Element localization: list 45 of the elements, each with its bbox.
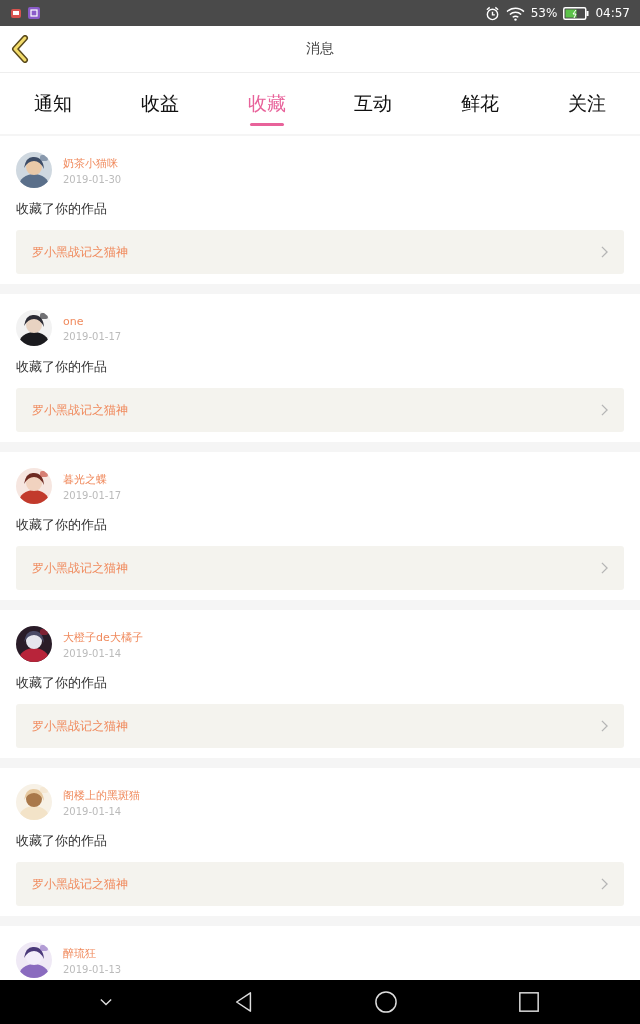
home-circle-icon[interactable] [375,991,398,1013]
chevron-right-icon [601,404,608,416]
user-name[interactable]: 醉琉狂 [63,945,122,961]
message-text: 收藏了你的作品 [16,200,108,218]
recents-square-icon[interactable] [517,991,540,1013]
user-name[interactable]: 暮光之蝶 [63,471,122,487]
wifi-icon [505,5,525,21]
battery-percent: 53% [530,6,558,20]
message-date: 2019-01-17 [63,330,122,342]
message-date: 2019-01-14 [63,805,123,817]
chevron-down-icon[interactable] [100,998,113,1006]
chevron-right-icon [601,562,608,574]
user-name[interactable]: 阁楼上的黑斑猫 [63,787,140,803]
chevron-right-icon [601,720,608,732]
back-button[interactable] [10,35,30,63]
message-text: 收藏了你的作品 [16,516,108,534]
message-date: 2019-01-30 [63,173,122,185]
battery-icon [563,6,590,20]
message-date: 2019-01-14 [63,647,123,659]
work-link[interactable]: 罗小黑战记之猫神 [16,862,624,906]
work-link[interactable]: 罗小黑战记之猫神 [16,546,624,590]
user-name[interactable]: 大橙子de大橘子 [63,629,143,645]
chevron-right-icon [601,246,608,258]
chevron-right-icon [601,878,608,890]
tab[interactable]: 关注 [533,73,640,134]
user-name[interactable]: one [63,314,122,328]
tab[interactable]: 收藏 [213,73,320,134]
message-date: 2019-01-17 [63,489,122,501]
message-text: 收藏了你的作品 [16,674,108,692]
clock: 04:57 [595,6,630,20]
message-date: 2019-01-13 [63,963,122,975]
work-link[interactable]: 罗小黑战记之猫神 [16,704,624,748]
page-title: 消息 [306,40,334,58]
tab[interactable]: 互动 [320,73,427,134]
message-text: 收藏了你的作品 [16,832,108,850]
user-name[interactable]: 奶茶小猫咪 [63,155,122,171]
tab[interactable]: 收益 [106,73,214,134]
app-icon [28,7,40,19]
tab[interactable]: 通知 [0,73,107,134]
app-icon [10,7,22,19]
message-text: 收藏了你的作品 [16,358,108,376]
alarm-icon [484,5,500,21]
tab[interactable]: 鲜花 [426,73,534,134]
work-link[interactable]: 罗小黑战记之猫神 [16,230,624,274]
work-link[interactable]: 罗小黑战记之猫神 [16,388,624,432]
